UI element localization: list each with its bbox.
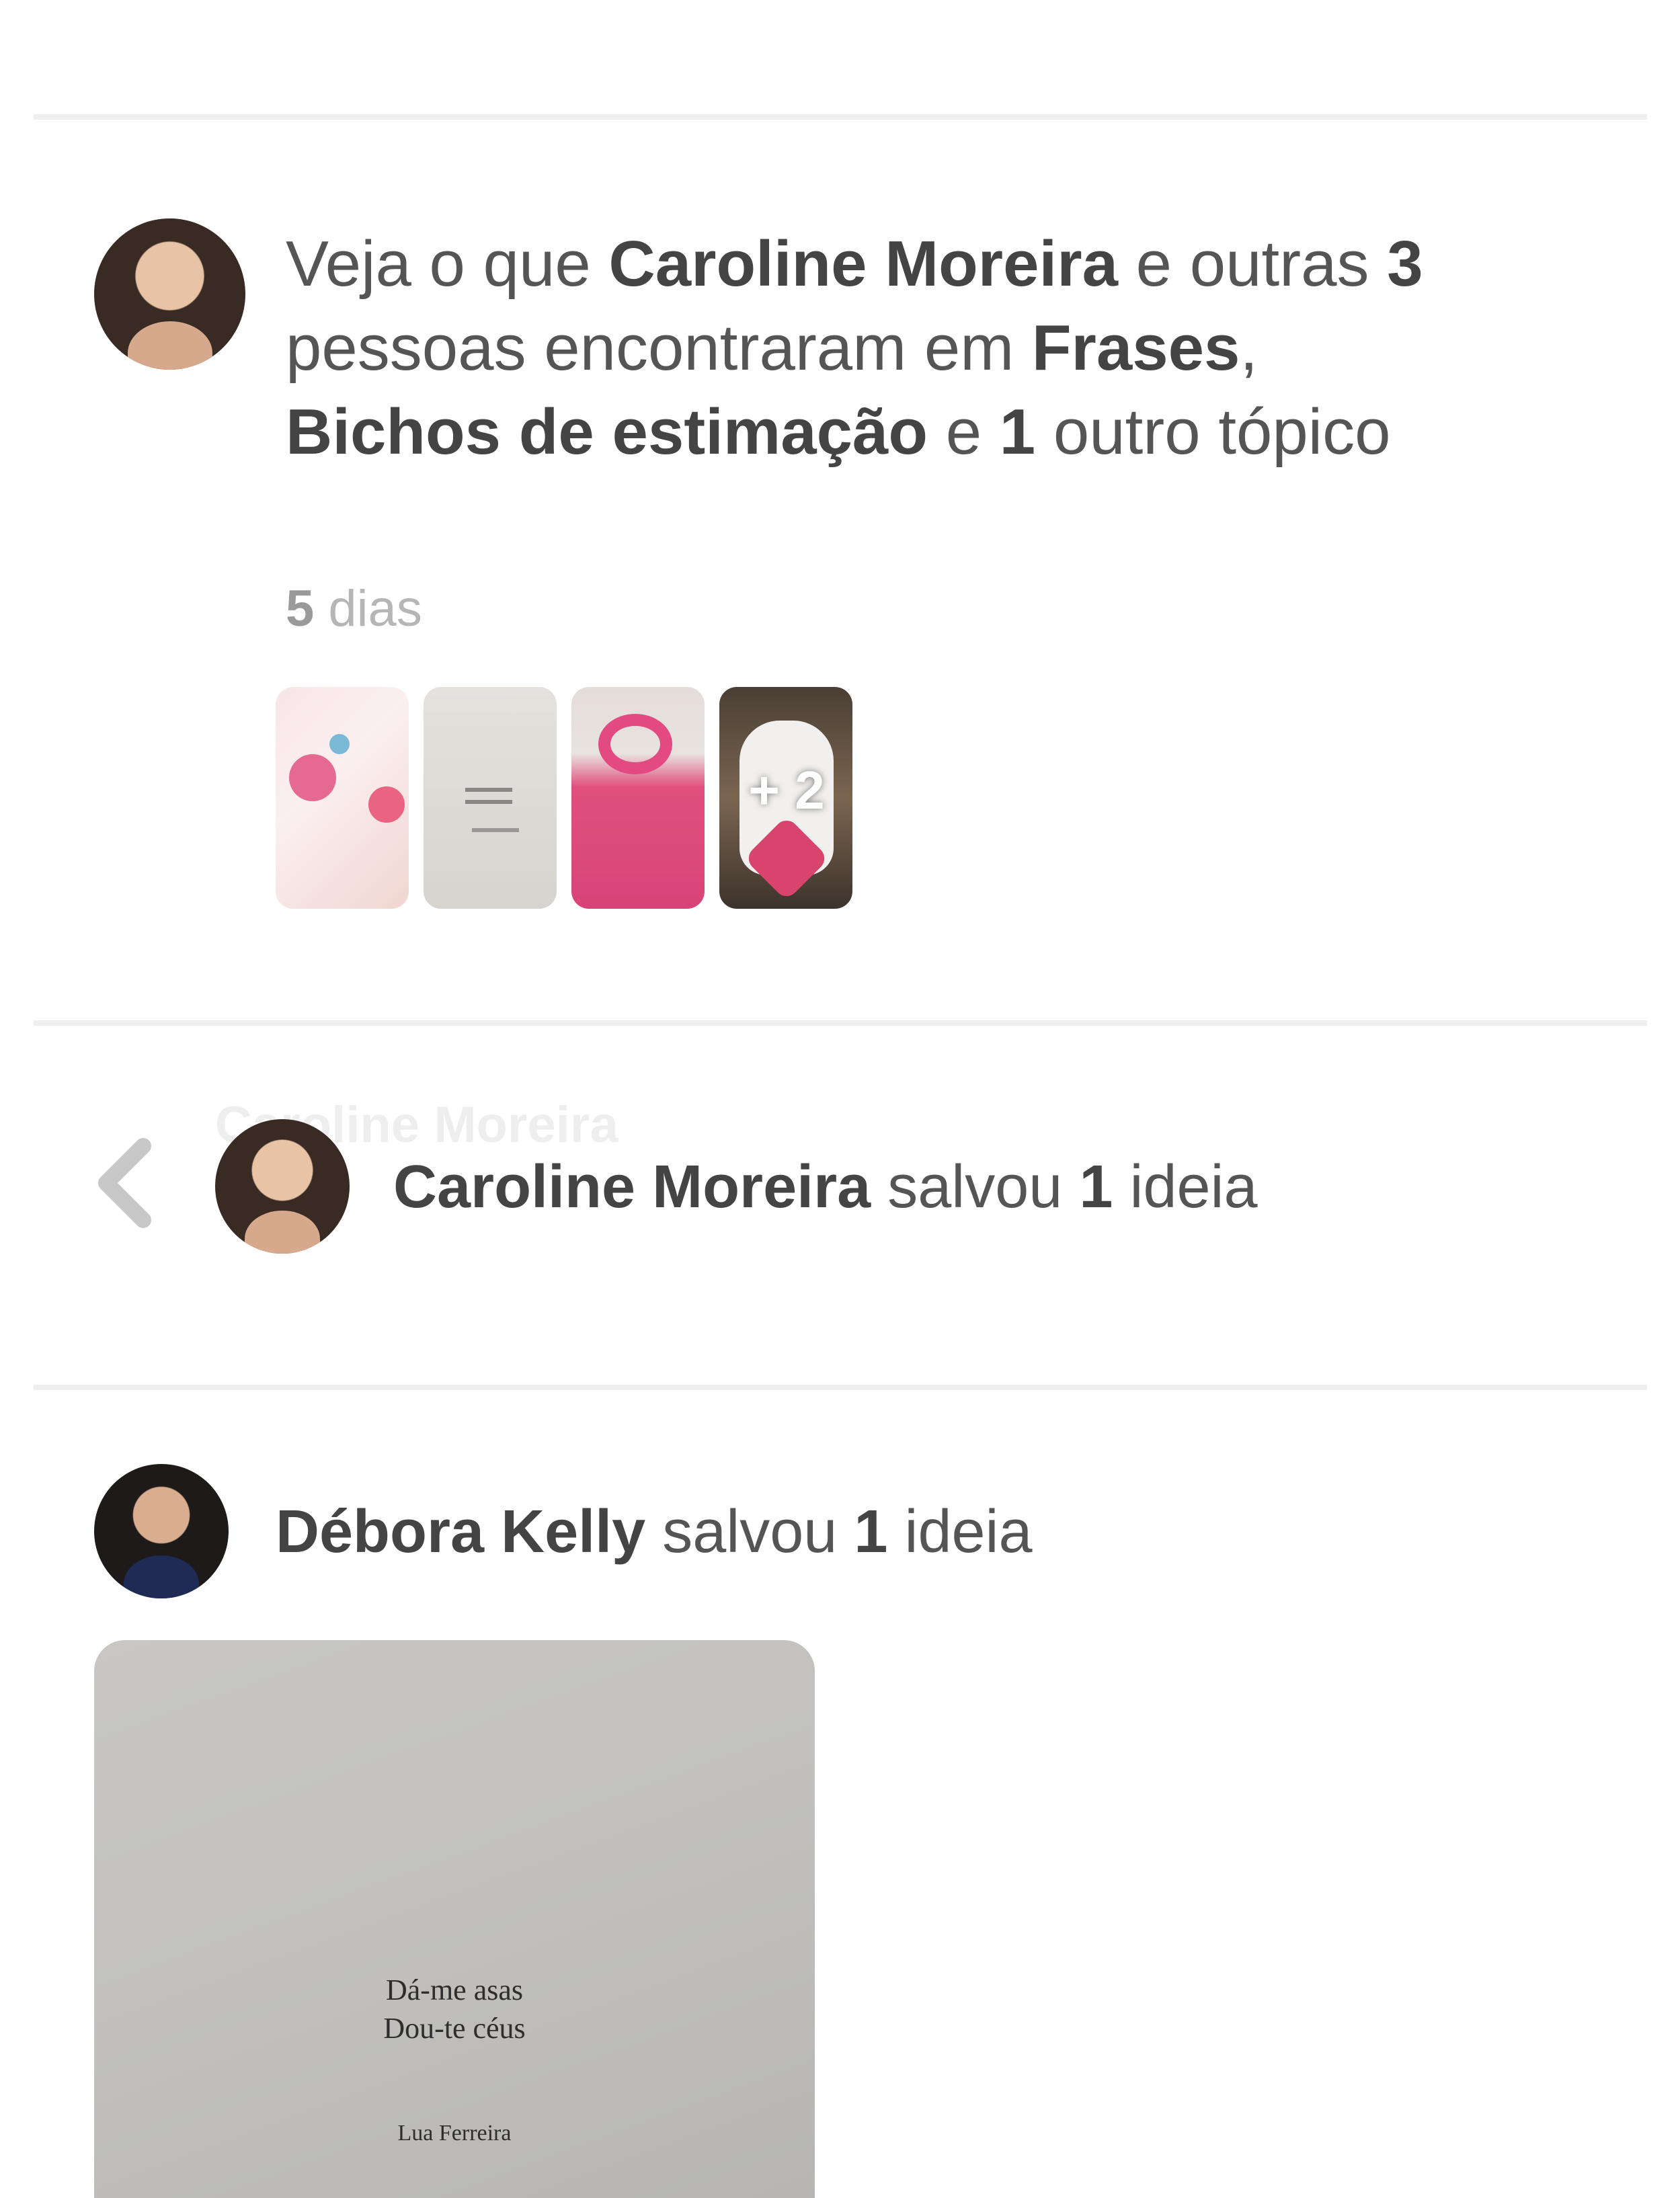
headline-connector: e outras xyxy=(1117,228,1388,300)
divider xyxy=(34,1385,1647,1390)
headline-user[interactable]: Caroline Moreira xyxy=(608,228,1118,300)
chevron-left-icon[interactable] xyxy=(93,1136,160,1230)
headline-extra-topics-count: 1 xyxy=(999,396,1036,468)
timestamp-unit: dias xyxy=(314,580,422,637)
story-headline[interactable]: Veja o que Caroline Moreira e outras 3 p… xyxy=(286,222,1429,474)
pin-text-line: Dá-me asas xyxy=(385,1973,523,2006)
avatar-caroline[interactable] xyxy=(94,218,245,370)
topic-link-bichos[interactable]: Bichos de estimação xyxy=(286,396,928,468)
pin-thumbnail[interactable] xyxy=(571,687,705,909)
divider xyxy=(34,1020,1647,1026)
timestamp-number: 5 xyxy=(286,580,315,637)
story-action: salvou xyxy=(871,1153,1080,1221)
story-user[interactable]: Débora Kelly xyxy=(276,1498,645,1565)
headline-separator: , xyxy=(1240,312,1258,384)
story-action: salvou xyxy=(645,1498,854,1565)
pin-text-line: Dou-te céus xyxy=(383,2012,526,2045)
story-count: 1 xyxy=(854,1498,888,1565)
avatar-caroline[interactable] xyxy=(215,1119,350,1254)
pin-thumbnail[interactable] xyxy=(276,687,409,909)
pin-author: Lua Ferreira xyxy=(397,2121,512,2146)
headline-prefix: Veja o que xyxy=(286,228,609,300)
avatar-debora[interactable] xyxy=(94,1464,229,1598)
headline-connector: pessoas encontraram em xyxy=(286,312,1032,384)
story-text[interactable]: Débora Kelly salvou 1 ideia xyxy=(276,1498,1033,1567)
pin-image[interactable]: Dá-me asas Dou-te céus Lua Ferreira xyxy=(94,1640,815,2198)
headline-suffix: outro tópico xyxy=(1035,396,1391,468)
story-user[interactable]: Caroline Moreira xyxy=(393,1153,871,1221)
divider-top xyxy=(34,114,1647,120)
headline-others-count: 3 xyxy=(1387,228,1423,300)
topic-link-frases[interactable]: Frases xyxy=(1032,312,1240,384)
story-count: 1 xyxy=(1079,1153,1113,1221)
more-pins-badge[interactable]: + 2 xyxy=(733,760,840,821)
headline-connector: e xyxy=(928,396,1000,468)
story-noun: ideia xyxy=(1113,1153,1258,1221)
story-noun: ideia xyxy=(887,1498,1033,1565)
story-timestamp: 5 dias xyxy=(286,579,422,638)
story-text[interactable]: Caroline Moreira salvou 1 ideia xyxy=(393,1153,1258,1222)
pin-thumbnail[interactable] xyxy=(424,687,557,909)
